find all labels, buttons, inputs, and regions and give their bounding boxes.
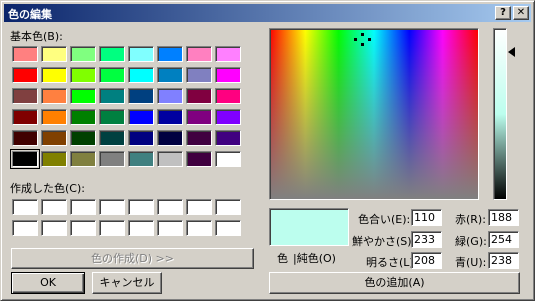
hue-label: 色合い(E):	[358, 213, 411, 226]
basic-color-swatch[interactable]	[70, 46, 96, 62]
custom-color-swatch[interactable]	[157, 199, 183, 215]
custom-color-swatch[interactable]	[128, 220, 154, 236]
basic-color-swatch[interactable]	[12, 46, 38, 62]
custom-color-swatch[interactable]	[70, 199, 96, 215]
basic-color-swatch[interactable]	[41, 46, 67, 62]
custom-color-swatch[interactable]	[12, 199, 38, 215]
basic-color-swatch[interactable]	[186, 130, 212, 146]
basic-color-swatch[interactable]	[70, 151, 96, 167]
basic-colors-label: 基本色(B):	[10, 30, 63, 43]
basic-color-swatch[interactable]	[215, 46, 241, 62]
basic-color-swatch[interactable]	[70, 130, 96, 146]
custom-color-swatch[interactable]	[70, 220, 96, 236]
basic-color-swatch[interactable]	[215, 88, 241, 104]
custom-color-swatch[interactable]	[41, 199, 67, 215]
basic-color-swatch[interactable]	[12, 88, 38, 104]
blue-input[interactable]: 238	[488, 252, 519, 269]
green-input[interactable]: 254	[488, 231, 519, 248]
basic-color-swatch[interactable]	[157, 151, 183, 167]
basic-color-swatch[interactable]	[186, 46, 212, 62]
luminance-input[interactable]: 208	[411, 252, 442, 269]
add-to-custom-colors-button[interactable]: 色の追加(A)	[269, 272, 520, 294]
basic-color-swatch[interactable]	[70, 67, 96, 83]
cancel-button[interactable]: キャンセル	[92, 272, 162, 294]
basic-color-swatch[interactable]	[41, 67, 67, 83]
basic-color-swatch[interactable]	[128, 130, 154, 146]
ok-button[interactable]: OK	[11, 272, 85, 294]
basic-color-swatch[interactable]	[128, 88, 154, 104]
blue-label: 青(U):	[455, 256, 487, 269]
basic-color-swatch[interactable]	[186, 151, 212, 167]
color-preview	[269, 208, 349, 246]
dialog-title: 色の編集	[8, 8, 52, 21]
basic-color-swatch[interactable]	[41, 109, 67, 125]
close-button[interactable]: ✕	[513, 6, 529, 20]
basic-color-swatch[interactable]	[128, 67, 154, 83]
basic-color-swatch[interactable]	[99, 109, 125, 125]
basic-color-swatch[interactable]	[70, 109, 96, 125]
saturation-label: 鮮やかさ(S):	[352, 235, 416, 248]
custom-colors-label: 作成した色(C):	[10, 182, 85, 195]
custom-color-swatch[interactable]	[41, 220, 67, 236]
custom-color-swatch[interactable]	[186, 220, 212, 236]
basic-color-swatch[interactable]	[12, 109, 38, 125]
basic-color-swatch[interactable]	[215, 109, 241, 125]
green-label: 緑(G):	[455, 235, 487, 248]
red-label: 赤(R):	[455, 213, 486, 226]
basic-color-swatch[interactable]	[215, 130, 241, 146]
saturation-input[interactable]: 233	[411, 231, 442, 248]
basic-color-swatch[interactable]	[99, 67, 125, 83]
basic-color-swatch[interactable]	[41, 88, 67, 104]
custom-color-swatch[interactable]	[215, 220, 241, 236]
basic-color-swatch[interactable]	[128, 109, 154, 125]
color-spectrum[interactable]	[269, 28, 479, 200]
basic-color-swatch[interactable]	[12, 130, 38, 146]
basic-color-swatch[interactable]	[128, 151, 154, 167]
luminance-bar[interactable]	[493, 28, 507, 200]
basic-color-swatch[interactable]	[41, 130, 67, 146]
custom-color-swatch[interactable]	[12, 220, 38, 236]
basic-color-swatch[interactable]	[70, 88, 96, 104]
basic-color-swatch[interactable]	[10, 149, 40, 169]
hue-input[interactable]: 110	[411, 209, 442, 226]
preview-color-label: 色	[277, 252, 288, 265]
luminance-arrow-icon[interactable]	[508, 47, 516, 57]
basic-color-swatch[interactable]	[186, 88, 212, 104]
basic-color-swatch[interactable]	[157, 67, 183, 83]
basic-color-swatch[interactable]	[186, 109, 212, 125]
basic-color-swatch[interactable]	[215, 151, 241, 167]
basic-color-swatch[interactable]	[12, 67, 38, 83]
custom-color-swatch[interactable]	[99, 199, 125, 215]
red-input[interactable]: 188	[488, 209, 519, 226]
custom-color-swatch[interactable]	[128, 199, 154, 215]
custom-color-swatch[interactable]	[215, 199, 241, 215]
define-custom-colors-button[interactable]: 色の作成(D) >>	[11, 248, 254, 269]
crosshair-icon	[354, 33, 371, 46]
help-button[interactable]: ?	[495, 6, 511, 20]
title-bar[interactable]: 色の編集 ? ✕	[4, 4, 531, 22]
basic-color-swatch[interactable]	[215, 67, 241, 83]
solid-color-label[interactable]: |純色(O)	[293, 250, 336, 266]
basic-color-swatch[interactable]	[99, 130, 125, 146]
basic-color-swatch[interactable]	[157, 130, 183, 146]
edit-colors-dialog: 色の編集 ? ✕ 基本色(B): 作成した色(C): 色の作成(D) >> OK…	[0, 0, 535, 301]
basic-color-swatch[interactable]	[99, 88, 125, 104]
basic-color-swatch[interactable]	[157, 88, 183, 104]
basic-color-swatch[interactable]	[128, 46, 154, 62]
basic-color-swatch[interactable]	[41, 151, 67, 167]
custom-color-swatch[interactable]	[186, 199, 212, 215]
custom-color-swatch[interactable]	[99, 220, 125, 236]
basic-color-swatch[interactable]	[157, 109, 183, 125]
luminance-label: 明るさ(L):	[366, 256, 418, 269]
custom-color-swatch[interactable]	[157, 220, 183, 236]
basic-color-swatch[interactable]	[99, 151, 125, 167]
basic-color-swatch[interactable]	[186, 67, 212, 83]
basic-color-swatch[interactable]	[157, 46, 183, 62]
basic-color-swatch[interactable]	[99, 46, 125, 62]
